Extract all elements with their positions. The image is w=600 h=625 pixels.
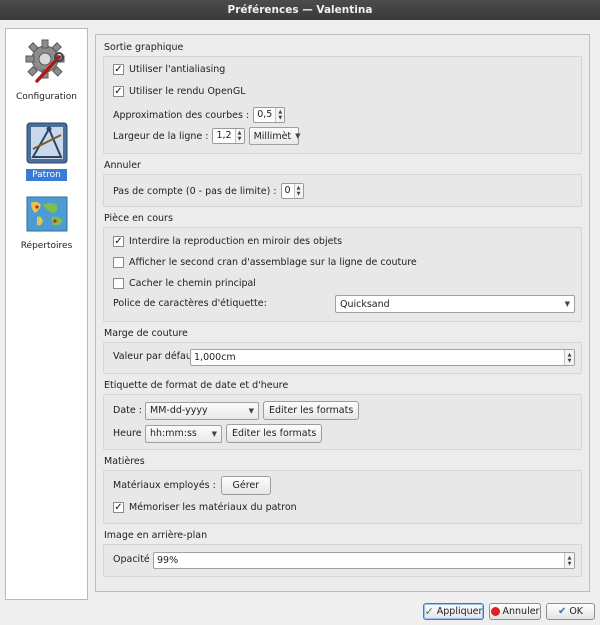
group-materials: Matériaux employés : Gérer ✓ Mémoriser l…	[103, 470, 582, 524]
check-icon: ✓	[113, 502, 124, 513]
cancel-icon	[490, 607, 500, 616]
remember-materials-checkbox[interactable]: ✓ Mémoriser les matériaux du patron	[113, 502, 297, 513]
category-sidebar: Configuration Patron Répertoires	[5, 28, 88, 600]
second-notch-label: Afficher le second cran d'assemblage sur…	[129, 257, 417, 268]
seam-default-label: Valeur par défaut:	[113, 351, 199, 362]
sidebar-item-patron[interactable]: Patron	[6, 115, 87, 181]
time-format-combo[interactable]: hh:mm:ss ▼	[145, 424, 222, 443]
remember-materials-label: Mémoriser les matériaux du patron	[129, 502, 297, 513]
opacity-label: Opacité :	[113, 554, 156, 565]
spin-arrows-icon[interactable]: ▲ ▼	[564, 350, 574, 365]
group-undo: Pas de compte (0 - pas de limite) : 0 ▲ ▼	[103, 174, 582, 207]
undo-steps-label: Pas de compte (0 - pas de limite) :	[113, 185, 277, 197]
date-row: Date : MM-dd-yyyy ▼ Editer les formats	[113, 401, 360, 420]
check-icon: ✓	[113, 64, 124, 75]
seam-default-spinbox[interactable]: 1,000cm ▲ ▼	[190, 349, 575, 366]
spin-arrows-icon[interactable]: ▲ ▼	[564, 553, 574, 568]
sidebar-item-label: Configuration	[15, 92, 78, 102]
undo-steps-row: Pas de compte (0 - pas de limite) : 0 ▲ ▼	[113, 183, 304, 199]
time-edit-formats-button[interactable]: Editer les formats	[226, 424, 323, 443]
spin-arrows-icon[interactable]: ▲ ▼	[234, 129, 244, 143]
group-title-datetime: Etiquette de format de date et d'heure	[104, 380, 289, 391]
group-piece: ✓ Interdire la reproduction en miroir de…	[103, 227, 582, 322]
chevron-down-icon: ▼	[295, 132, 301, 140]
line-width-spinbox[interactable]: 1,2 ▲ ▼	[212, 128, 245, 144]
curve-approx-label: Approximation des courbes :	[113, 109, 250, 121]
gear-wrench-icon	[23, 37, 71, 85]
antialiasing-checkbox[interactable]: ✓ Utiliser l'antialiasing	[113, 64, 225, 75]
chevron-down-icon: ▼	[211, 429, 217, 438]
group-title-undo: Annuler	[104, 160, 141, 171]
materials-used-label: Matériaux employés :	[113, 480, 216, 491]
date-label: Date :	[113, 405, 142, 416]
forbid-mirror-checkbox[interactable]: ✓ Interdire la reproduction en miroir de…	[113, 236, 342, 247]
drafting-tools-icon	[23, 119, 71, 167]
time-label: Heure :	[113, 428, 148, 439]
hide-path-checkbox[interactable]: Cacher le chemin principal	[113, 278, 256, 289]
forbid-mirror-label: Interdire la reproduction en miroir des …	[129, 236, 343, 247]
sidebar-item-configuration[interactable]: Configuration	[6, 35, 87, 107]
spin-arrows-icon[interactable]: ▲ ▼	[293, 184, 303, 198]
date-format-combo[interactable]: MM-dd-yyyy ▼	[145, 401, 259, 420]
group-background: Opacité : 99% ▲ ▼	[103, 544, 582, 577]
materials-row: Matériaux employés : Gérer	[113, 476, 271, 495]
spin-arrows-icon[interactable]: ▲ ▼	[275, 108, 285, 122]
group-title-piece: Pièce en cours	[104, 213, 173, 224]
world-map-icon	[23, 191, 71, 239]
antialiasing-label: Utiliser l'antialiasing	[129, 64, 226, 75]
time-row: Heure : hh:mm:ss ▼ Editer les formats	[113, 424, 323, 443]
line-unit-combo[interactable]: Millimèt ▼	[248, 127, 301, 145]
line-width-row: Largeur de la ligne : 1,2 ▲ ▼ Millimèt ▼	[113, 127, 301, 145]
curve-approx-row: Approximation des courbes : 0,5 ▲ ▼	[113, 107, 286, 123]
check-icon: ✓	[424, 605, 434, 618]
opengl-label: Utiliser le rendu OpenGL	[129, 86, 246, 97]
label-font-combo[interactable]: Quicksand ▼	[335, 295, 575, 313]
line-width-label: Largeur de la ligne :	[113, 130, 209, 142]
check-icon: ✓	[113, 236, 124, 247]
group-title-background: Image en arrière-plan	[104, 530, 208, 541]
sidebar-item-label: Patron	[26, 169, 67, 181]
group-title-materials: Matières	[104, 456, 145, 467]
ok-button[interactable]: ✔ OK	[546, 603, 595, 620]
chevron-down-icon: ▼	[564, 300, 570, 308]
apply-button[interactable]: ✓ Appliquer	[423, 603, 484, 620]
check-icon: ✓	[113, 86, 124, 97]
window-title: Préférences — Valentina	[0, 0, 600, 20]
second-notch-checkbox[interactable]: Afficher le second cran d'assemblage sur…	[113, 257, 417, 268]
label-font-label: Police de caractères d'étiquette:	[113, 298, 267, 309]
ok-icon: ✔	[557, 606, 567, 617]
date-edit-formats-button[interactable]: Editer les formats	[263, 401, 360, 420]
group-datetime: Date : MM-dd-yyyy ▼ Editer les formats H…	[103, 394, 582, 450]
cancel-button[interactable]: Annuler	[489, 603, 541, 620]
hide-path-label: Cacher le chemin principal	[129, 278, 256, 289]
opengl-checkbox[interactable]: ✓ Utiliser le rendu OpenGL	[113, 86, 245, 97]
group-graphics: ✓ Utiliser l'antialiasing ✓ Utiliser le …	[103, 56, 582, 154]
preferences-panel: Sortie graphique ✓ Utiliser l'antialiasi…	[95, 34, 590, 592]
manage-materials-button[interactable]: Gérer	[220, 476, 271, 495]
undo-steps-spinbox[interactable]: 0 ▲ ▼	[280, 183, 304, 199]
group-seam: Valeur par défaut: 1,000cm ▲ ▼	[103, 342, 582, 374]
sidebar-item-label: Répertoires	[20, 241, 73, 251]
group-title-seam: Marge de couture	[104, 328, 188, 339]
sidebar-item-repertoires[interactable]: Répertoires	[6, 189, 87, 253]
opacity-spinbox[interactable]: 99% ▲ ▼	[153, 552, 575, 569]
group-title-graphics: Sortie graphique	[104, 42, 184, 53]
chevron-down-icon: ▼	[248, 406, 254, 415]
curve-approx-spinbox[interactable]: 0,5 ▲ ▼	[253, 107, 286, 123]
